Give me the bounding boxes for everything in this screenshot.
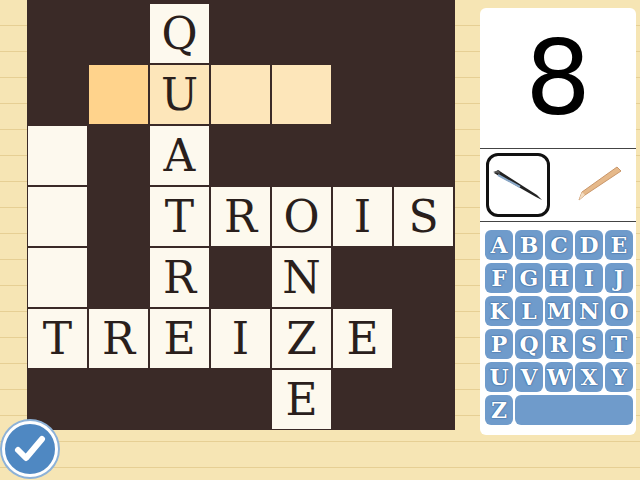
block-cell — [393, 369, 454, 430]
grid-cell[interactable] — [28, 126, 87, 185]
grid-cell[interactable]: I — [333, 187, 392, 246]
block-cell — [27, 3, 88, 64]
tool-row — [480, 149, 636, 222]
letter-key[interactable]: T — [605, 329, 633, 359]
grid-cell[interactable]: R — [150, 248, 209, 307]
block-cell — [271, 3, 332, 64]
grid-cell[interactable]: O — [272, 187, 331, 246]
grid-cell[interactable]: N — [272, 248, 331, 307]
grid-cell[interactable]: T — [28, 309, 87, 368]
grid-cell[interactable]: E — [333, 309, 392, 368]
letter-key[interactable]: Z — [485, 395, 513, 425]
letter-key[interactable]: F — [485, 263, 513, 293]
letter-key[interactable]: A — [485, 230, 513, 260]
pencil-tool[interactable] — [567, 153, 631, 217]
grid-cell[interactable]: U — [150, 65, 209, 124]
grid-cell[interactable]: I — [211, 309, 270, 368]
block-cell — [88, 186, 149, 247]
letter-key[interactable]: M — [545, 296, 573, 326]
letter-key[interactable]: Q — [515, 329, 543, 359]
pencil-icon — [571, 165, 627, 205]
block-cell — [88, 369, 149, 430]
grid-cell[interactable]: E — [150, 309, 209, 368]
letter-key[interactable]: Y — [605, 362, 633, 392]
grid-cell[interactable] — [28, 248, 87, 307]
grid-cell[interactable] — [272, 65, 331, 124]
grid-cell[interactable]: E — [272, 370, 331, 429]
grid-cell[interactable] — [89, 65, 148, 124]
letter-key[interactable]: C — [545, 230, 573, 260]
letter-key[interactable]: O — [605, 296, 633, 326]
block-cell — [27, 64, 88, 125]
letter-key[interactable]: G — [515, 263, 543, 293]
space-key[interactable] — [515, 395, 633, 425]
letter-key[interactable]: J — [605, 263, 633, 293]
block-cell — [88, 3, 149, 64]
grid-cell[interactable]: R — [89, 309, 148, 368]
clue-number: 8 — [480, 8, 636, 149]
block-cell — [332, 369, 393, 430]
block-cell — [210, 125, 271, 186]
block-cell — [393, 64, 454, 125]
letter-key[interactable]: X — [575, 362, 603, 392]
letter-key[interactable]: S — [575, 329, 603, 359]
block-cell — [332, 64, 393, 125]
block-cell — [332, 3, 393, 64]
letter-key[interactable]: H — [545, 263, 573, 293]
letter-key[interactable]: R — [545, 329, 573, 359]
block-cell — [393, 125, 454, 186]
pen-icon — [490, 165, 546, 205]
grid-cell[interactable] — [28, 187, 87, 246]
block-cell — [88, 247, 149, 308]
grid-cell[interactable]: T — [150, 187, 209, 246]
block-cell — [393, 308, 454, 369]
letter-key[interactable]: D — [575, 230, 603, 260]
block-cell — [88, 125, 149, 186]
letter-key[interactable]: I — [575, 263, 603, 293]
letter-key[interactable]: B — [515, 230, 543, 260]
grid-cell[interactable]: A — [150, 126, 209, 185]
check-button[interactable] — [2, 421, 58, 477]
block-cell — [210, 247, 271, 308]
block-cell — [332, 125, 393, 186]
block-cell — [393, 247, 454, 308]
letter-key[interactable]: W — [545, 362, 573, 392]
grid-cell[interactable]: Q — [150, 4, 209, 63]
block-cell — [210, 369, 271, 430]
block-cell — [393, 3, 454, 64]
letter-key[interactable]: E — [605, 230, 633, 260]
letter-key[interactable]: L — [515, 296, 543, 326]
block-cell — [210, 3, 271, 64]
block-cell — [332, 247, 393, 308]
letter-keyboard: ABCDE FGHIJ KLMNO PQRST UVWXY Z — [480, 222, 636, 425]
letter-key[interactable]: N — [575, 296, 603, 326]
block-cell — [149, 369, 210, 430]
letter-key[interactable]: U — [485, 362, 513, 392]
pen-tool[interactable] — [486, 153, 550, 217]
grid-cell[interactable]: S — [394, 187, 453, 246]
crossword-board: QUATROISRNTREIZEE — [27, 0, 455, 430]
letter-key[interactable]: V — [515, 362, 543, 392]
block-cell — [271, 125, 332, 186]
grid-cell[interactable]: Z — [272, 309, 331, 368]
checkmark-icon — [12, 431, 48, 467]
side-panel: 8 ABCDE FGHIJ KLMNO PQRST UVWXY Z — [480, 8, 636, 435]
grid-cell[interactable] — [211, 65, 270, 124]
letter-key[interactable]: P — [485, 329, 513, 359]
letter-key[interactable]: K — [485, 296, 513, 326]
grid-cell[interactable]: R — [211, 187, 270, 246]
crossword-screen: QUATROISRNTREIZEE8ABCDEFGHIJKLMNOPQRSTUV… — [0, 0, 640, 480]
